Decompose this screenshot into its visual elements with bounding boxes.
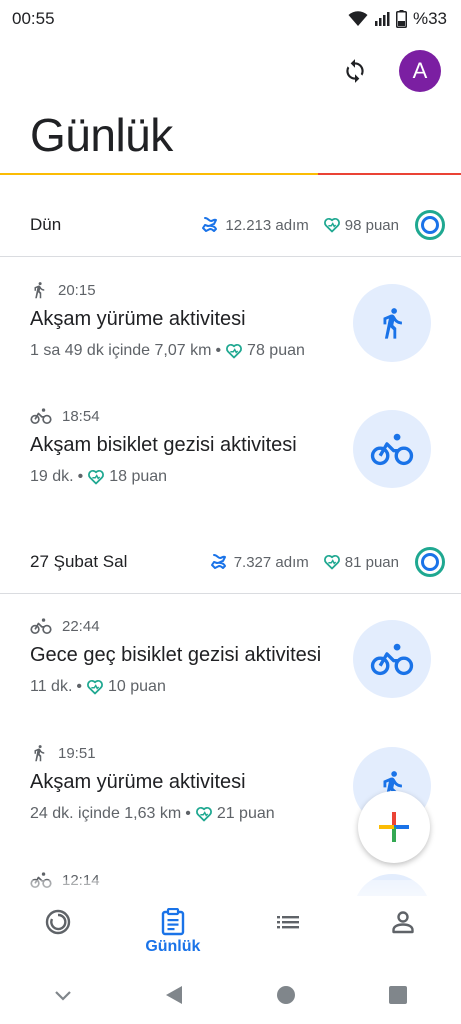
- activity-detail: 11 dk. • 10 puan: [30, 678, 166, 696]
- battery-icon: [395, 10, 407, 28]
- activity-title: Akşam yürüme aktivitesi: [30, 308, 246, 330]
- goal-ring-icon: [415, 210, 445, 240]
- heart-points-icon: [226, 343, 242, 359]
- separator-dot: •: [185, 805, 191, 822]
- activity-summary: 11 dk.: [30, 678, 73, 695]
- status-time: 00:55: [12, 9, 55, 28]
- heart-points-icon: [88, 469, 105, 485]
- nav-home[interactable]: [0, 896, 115, 936]
- plus-icon: [379, 812, 409, 842]
- home-ring-icon: [45, 909, 70, 935]
- activity-detail: 1 sa 49 dk içinde 7,07 km • 78 puan: [30, 342, 305, 360]
- divider: [0, 256, 461, 257]
- heart-points-icon: [323, 554, 340, 570]
- activity-type-badge: [353, 284, 431, 362]
- add-activity-button[interactable]: [358, 791, 430, 863]
- avatar[interactable]: A: [399, 50, 441, 92]
- day-label: 27 Şubat Sal: [30, 552, 128, 571]
- day-stats: 12.213 adım 98 puan: [201, 210, 445, 240]
- separator-dot: •: [215, 342, 222, 359]
- activity-type-badge: [353, 620, 431, 698]
- activity-time: 20:15: [58, 281, 96, 299]
- nav-journal-label: Günlük: [145, 938, 201, 955]
- activity-title: Gece geç bisiklet gezisi aktivitesi: [30, 644, 322, 666]
- profile-icon: [392, 911, 415, 934]
- divider: [0, 593, 461, 594]
- home-icon[interactable]: [275, 984, 297, 1006]
- goal-ring-icon: [415, 547, 445, 577]
- bike-icon: [30, 618, 52, 635]
- signal-icon: [374, 12, 390, 26]
- list-item[interactable]: 22:44 Gece geç bisiklet gezisi aktivites…: [0, 616, 461, 726]
- steps-stat: 7.327 adım: [210, 553, 309, 571]
- bike-icon: [370, 643, 414, 676]
- steps-icon: [202, 217, 218, 232]
- activity-title: Akşam yürüme aktivitesi: [30, 771, 246, 793]
- activity-points: 10 puan: [108, 678, 166, 695]
- walk-icon: [34, 745, 45, 762]
- status-icons: %33: [348, 9, 447, 29]
- activity-time-row: 19:51: [30, 743, 96, 763]
- wifi-icon: [348, 11, 368, 26]
- battery-percent: %33: [412, 9, 447, 28]
- recents-icon[interactable]: [388, 985, 408, 1005]
- steps-icon: [210, 554, 226, 569]
- chevron-down-icon[interactable]: [53, 985, 73, 1005]
- activity-points: 78 puan: [247, 342, 305, 359]
- title-underline: [0, 173, 461, 175]
- activity-summary: 19 dk.: [30, 468, 74, 485]
- activity-title: Akşam bisiklet gezisi aktivitesi: [30, 434, 297, 456]
- activity-detail: 24 dk. içinde 1,63 km • 21 puan: [30, 805, 275, 823]
- journal-icon: [161, 908, 185, 936]
- nav-browse[interactable]: [231, 896, 346, 936]
- activity-time: 19:51: [58, 744, 96, 762]
- walk-icon: [34, 282, 45, 299]
- day-stats: 7.327 adım 81 puan: [210, 547, 445, 577]
- steps-stat: 12.213 adım: [201, 216, 309, 234]
- list-item[interactable]: 20:15 Akşam yürüme aktivitesi 1 sa 49 dk…: [0, 280, 461, 390]
- heart-points-icon: [195, 806, 212, 822]
- avatar-letter: A: [412, 58, 428, 83]
- browse-list-icon: [277, 916, 300, 929]
- page-title: Günlük: [30, 109, 173, 161]
- activity-time: 18:54: [62, 407, 100, 425]
- system-nav-bar: [0, 966, 461, 1024]
- activity-time-row: 18:54: [30, 406, 100, 426]
- day-header[interactable]: 27 Şubat Sal 7.327 adım 81 puan: [0, 533, 461, 591]
- steps-value: 12.213 adım: [225, 216, 309, 234]
- heart-points-icon: [323, 217, 340, 233]
- bottom-nav: Günlük: [0, 896, 461, 966]
- separator-dot: •: [76, 678, 83, 695]
- activity-points: 18 puan: [109, 468, 168, 485]
- nav-profile[interactable]: [346, 896, 461, 936]
- points-value: 98 puan: [344, 216, 399, 234]
- bike-icon: [370, 433, 414, 466]
- activity-type-badge: [353, 410, 431, 488]
- steps-value: 7.327 adım: [233, 553, 309, 571]
- points-value: 81 puan: [344, 553, 399, 571]
- activity-time-row: 22:44: [30, 616, 100, 636]
- heart-points-icon: [87, 679, 103, 695]
- walk-icon: [383, 308, 402, 339]
- points-stat: 81 puan: [323, 554, 399, 571]
- activity-time: 22:44: [62, 617, 100, 635]
- nav-journal[interactable]: Günlük: [115, 896, 230, 956]
- activity-summary: 1 sa 49 dk içinde 7,07 km: [30, 342, 212, 359]
- activity-time-row: 20:15: [30, 280, 96, 300]
- sync-icon: [346, 59, 364, 83]
- top-actions: A: [335, 50, 441, 92]
- points-stat: 98 puan: [323, 217, 399, 234]
- activity-summary: 24 dk. içinde 1,63 km: [30, 805, 182, 822]
- list-item[interactable]: 18:54 Akşam bisiklet gezisi aktivitesi 1…: [0, 406, 461, 516]
- day-header[interactable]: Dün 12.213 adım 98 puan: [0, 196, 461, 254]
- status-bar: 00:55 %33: [0, 0, 461, 38]
- activity-points: 21 puan: [216, 805, 275, 822]
- back-icon[interactable]: [164, 984, 184, 1006]
- day-label: Dün: [30, 215, 62, 234]
- bike-icon: [30, 408, 52, 425]
- sync-button[interactable]: [335, 51, 375, 91]
- activity-detail: 19 dk. • 18 puan: [30, 468, 167, 486]
- separator-dot: •: [77, 468, 84, 485]
